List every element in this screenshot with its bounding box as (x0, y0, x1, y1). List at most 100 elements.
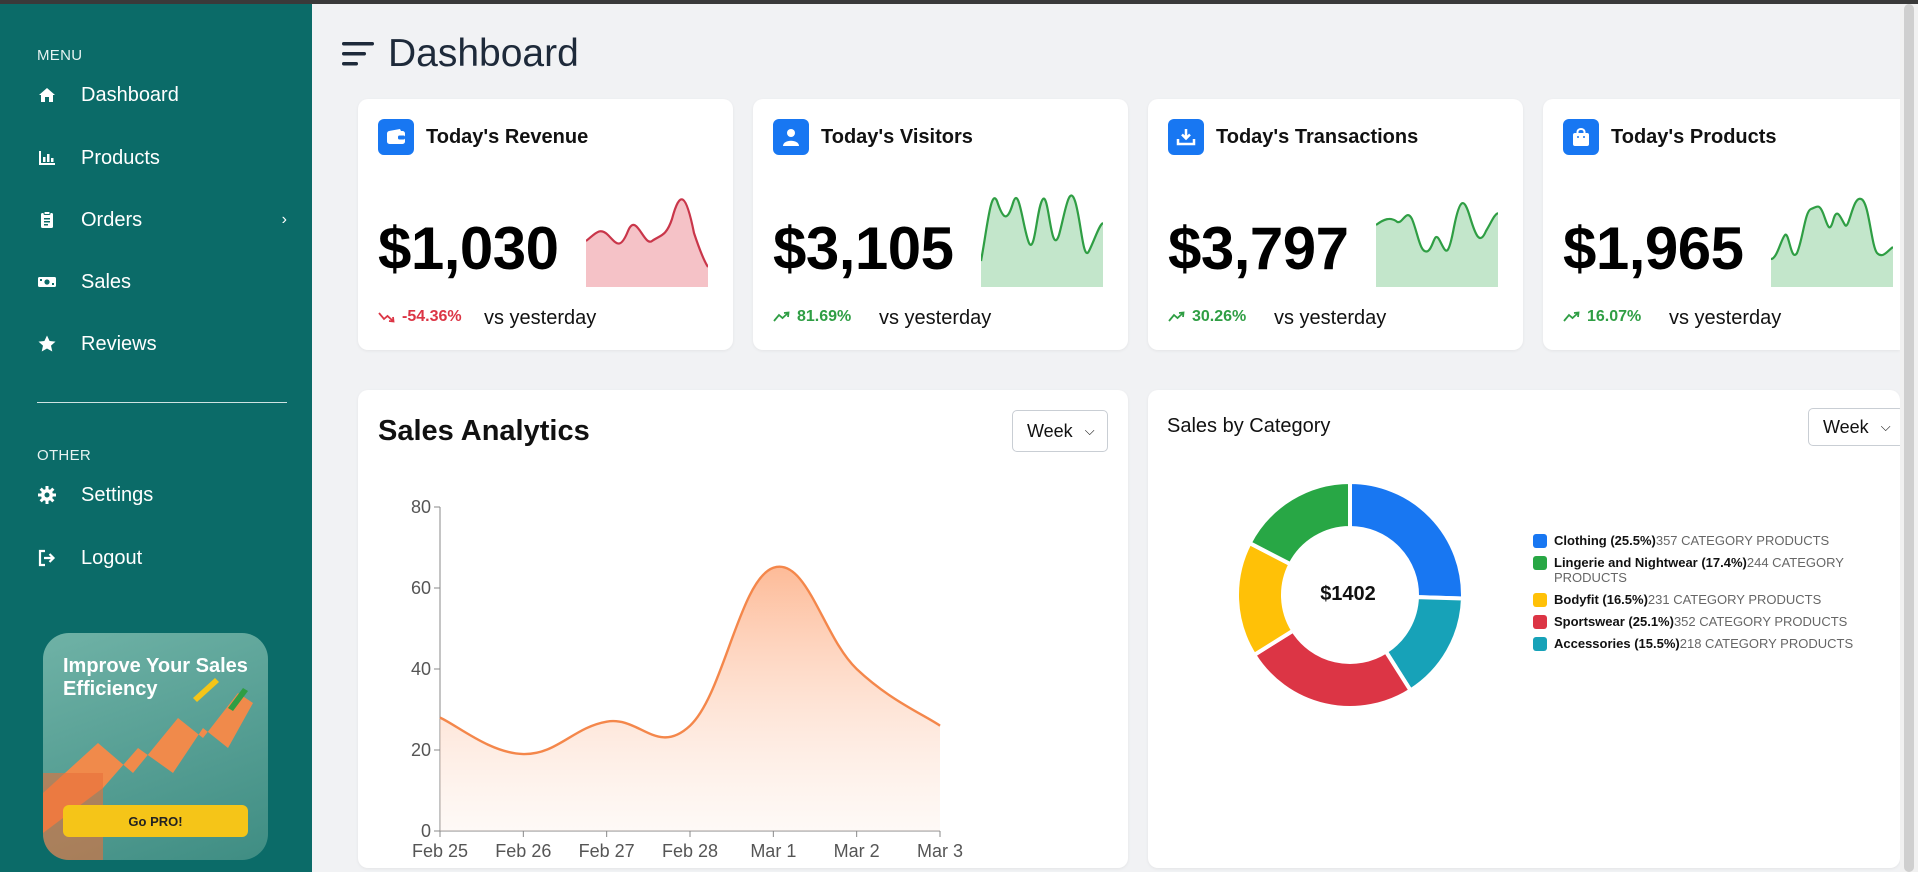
sidebar-item-dashboard[interactable]: Dashboard (37, 75, 287, 115)
promo-card: Improve Your Sales Efficiency Go PRO! (43, 633, 268, 860)
page-header: Dashboard (340, 28, 579, 80)
legend-item[interactable]: Bodyfit (16.5%)231 CATEGORY PRODUCTS (1533, 592, 1873, 607)
trend-up-icon (773, 311, 790, 322)
trend-down-icon (378, 312, 395, 323)
stat-change-value: 81.69% (797, 308, 852, 325)
sidebar-item-settings[interactable]: Settings (37, 475, 287, 515)
sales-analytics-chart: 0 20 40 60 80 Feb 25 Feb 26 Feb 27 Feb 28 Mar 1 Ma… (411, 497, 963, 861)
legend-name: Clothing (25.5%) (1554, 533, 1656, 548)
sidebar-item-label: Dashboard (81, 83, 179, 106)
gear-icon (37, 485, 57, 505)
page-scrollbar[interactable] (1900, 4, 1918, 872)
sidebar-item-logout[interactable]: Logout (37, 538, 287, 578)
go-pro-button[interactable]: Go PRO! (63, 805, 248, 837)
sparkline-transactions (1376, 202, 1498, 287)
stat-value: $1,030 (378, 215, 559, 282)
stat-change: 16.07% (1563, 308, 1641, 326)
stat-title: Today's Transactions (1216, 126, 1419, 148)
sidebar-item-sales[interactable]: Sales (37, 262, 287, 302)
trend-up-icon (1168, 311, 1185, 322)
chevron-down-icon: ⌵ (1880, 419, 1891, 434)
stat-title: Today's Visitors (821, 126, 973, 148)
chevron-right-icon: › (281, 211, 287, 228)
sparkline-visitors (981, 194, 1103, 287)
x-tick-label: Feb 26 (495, 841, 551, 861)
legend-swatch (1533, 556, 1547, 570)
stat-change: 30.26% (1168, 308, 1246, 326)
legend-item[interactable]: Accessories (15.5%)218 CATEGORY PRODUCTS (1533, 636, 1873, 651)
scrollbar-thumb[interactable] (1904, 4, 1914, 872)
stat-value: $3,105 (773, 215, 954, 282)
sidebar: MENU Dashboard Products Orders › Sales R… (0, 4, 312, 872)
shopping-bag-icon (1563, 119, 1599, 155)
x-tick-label: Feb 27 (579, 841, 635, 861)
x-tick-label: Mar 2 (834, 841, 880, 861)
stat-comparison-label: vs yesterday (484, 307, 597, 329)
wallet-icon (378, 119, 414, 155)
legend-products: 357 CATEGORY PRODUCTS (1655, 533, 1830, 548)
donut-slice[interactable] (1246, 479, 1352, 567)
stat-card-revenue: Today's Revenue $1,030 -54.36% vs yester… (358, 99, 733, 350)
y-tick-label: 40 (411, 659, 431, 679)
window-top-border (0, 0, 1918, 4)
menu-section-label: MENU (37, 47, 83, 64)
category-legend: Clothing (25.5%)357 CATEGORY PRODUCTS Li… (1533, 533, 1873, 658)
legend-swatch (1533, 534, 1547, 548)
sidebar-item-reviews[interactable]: Reviews (37, 324, 287, 364)
sparkline-revenue (586, 198, 708, 287)
y-tick-label: 60 (411, 578, 431, 598)
hamburger-menu-icon[interactable] (340, 38, 378, 70)
legend-name: Sportswear (25.1%) (1554, 614, 1674, 629)
x-tick-label: Mar 1 (750, 841, 796, 861)
promo-title: Improve Your Sales Efficiency (63, 655, 248, 700)
category-donut-chart (1235, 479, 1466, 710)
bar-chart-icon (37, 148, 57, 168)
sidebar-item-label: Reviews (81, 332, 157, 355)
y-tick-label: 0 (421, 821, 431, 841)
sidebar-item-label: Sales (81, 270, 132, 293)
legend-products: 352 CATEGORY PRODUCTS (1673, 614, 1848, 629)
clipboard-icon (37, 210, 57, 230)
stat-card-transactions: Today's Transactions $3,797 30.26% vs ye… (1148, 99, 1523, 350)
other-section-label: OTHER (37, 447, 91, 464)
sparkline-products (1771, 197, 1893, 287)
legend-name: Accessories (15.5%) (1554, 636, 1680, 651)
legend-products: 231 CATEGORY PRODUCTS (1647, 592, 1822, 607)
legend-swatch (1533, 593, 1547, 607)
legend-swatch (1533, 637, 1547, 651)
stat-change-value: -54.36% (402, 308, 462, 325)
trend-up-icon (1563, 311, 1580, 322)
y-tick-label: 20 (411, 740, 431, 760)
category-period-value: Week (1823, 416, 1869, 437)
download-icon (1168, 119, 1204, 155)
stat-comparison-label: vs yesterday (1274, 307, 1387, 329)
stat-card-products: Today's Products $1,965 16.07% vs yester… (1543, 99, 1900, 350)
stat-value: $1,965 (1563, 215, 1744, 282)
stat-comparison-label: vs yesterday (1669, 307, 1782, 329)
category-period-select[interactable]: Week ⌵ (1808, 408, 1900, 446)
stat-change-value: 16.07% (1587, 308, 1642, 325)
legend-name: Lingerie and Nightwear (17.4%) (1554, 555, 1747, 570)
sidebar-divider (37, 402, 287, 403)
y-tick-label: 80 (411, 497, 431, 517)
sales-by-category-card: Sales by Category Week ⌵ $1402 Clothing … (1148, 390, 1900, 868)
sidebar-item-orders[interactable]: Orders › (37, 200, 287, 240)
sales-area-fill (440, 566, 940, 831)
stat-title: Today's Revenue (426, 126, 589, 148)
home-icon (37, 85, 57, 105)
sidebar-item-label: Settings (81, 483, 154, 506)
stat-card-visitors: Today's Visitors $3,105 81.69% vs yester… (753, 99, 1128, 350)
donut-slice[interactable] (1348, 479, 1465, 601)
legend-item[interactable]: Lingerie and Nightwear (17.4%)244 CATEGO… (1533, 555, 1873, 585)
stat-title: Today's Products (1611, 126, 1777, 148)
sidebar-item-label: Logout (81, 546, 143, 569)
sidebar-item-products[interactable]: Products (37, 138, 287, 178)
legend-item[interactable]: Clothing (25.5%)357 CATEGORY PRODUCTS (1533, 533, 1873, 548)
x-tick-label: Mar 3 (917, 841, 963, 861)
legend-item[interactable]: Sportswear (25.1%)352 CATEGORY PRODUCTS (1533, 614, 1873, 629)
donut-center-value: $1402 (1320, 583, 1376, 605)
stat-change: 81.69% (773, 308, 851, 326)
stat-value: $3,797 (1168, 215, 1349, 282)
stat-change-value: 30.26% (1192, 308, 1247, 325)
legend-products: 218 CATEGORY PRODUCTS (1679, 636, 1854, 651)
